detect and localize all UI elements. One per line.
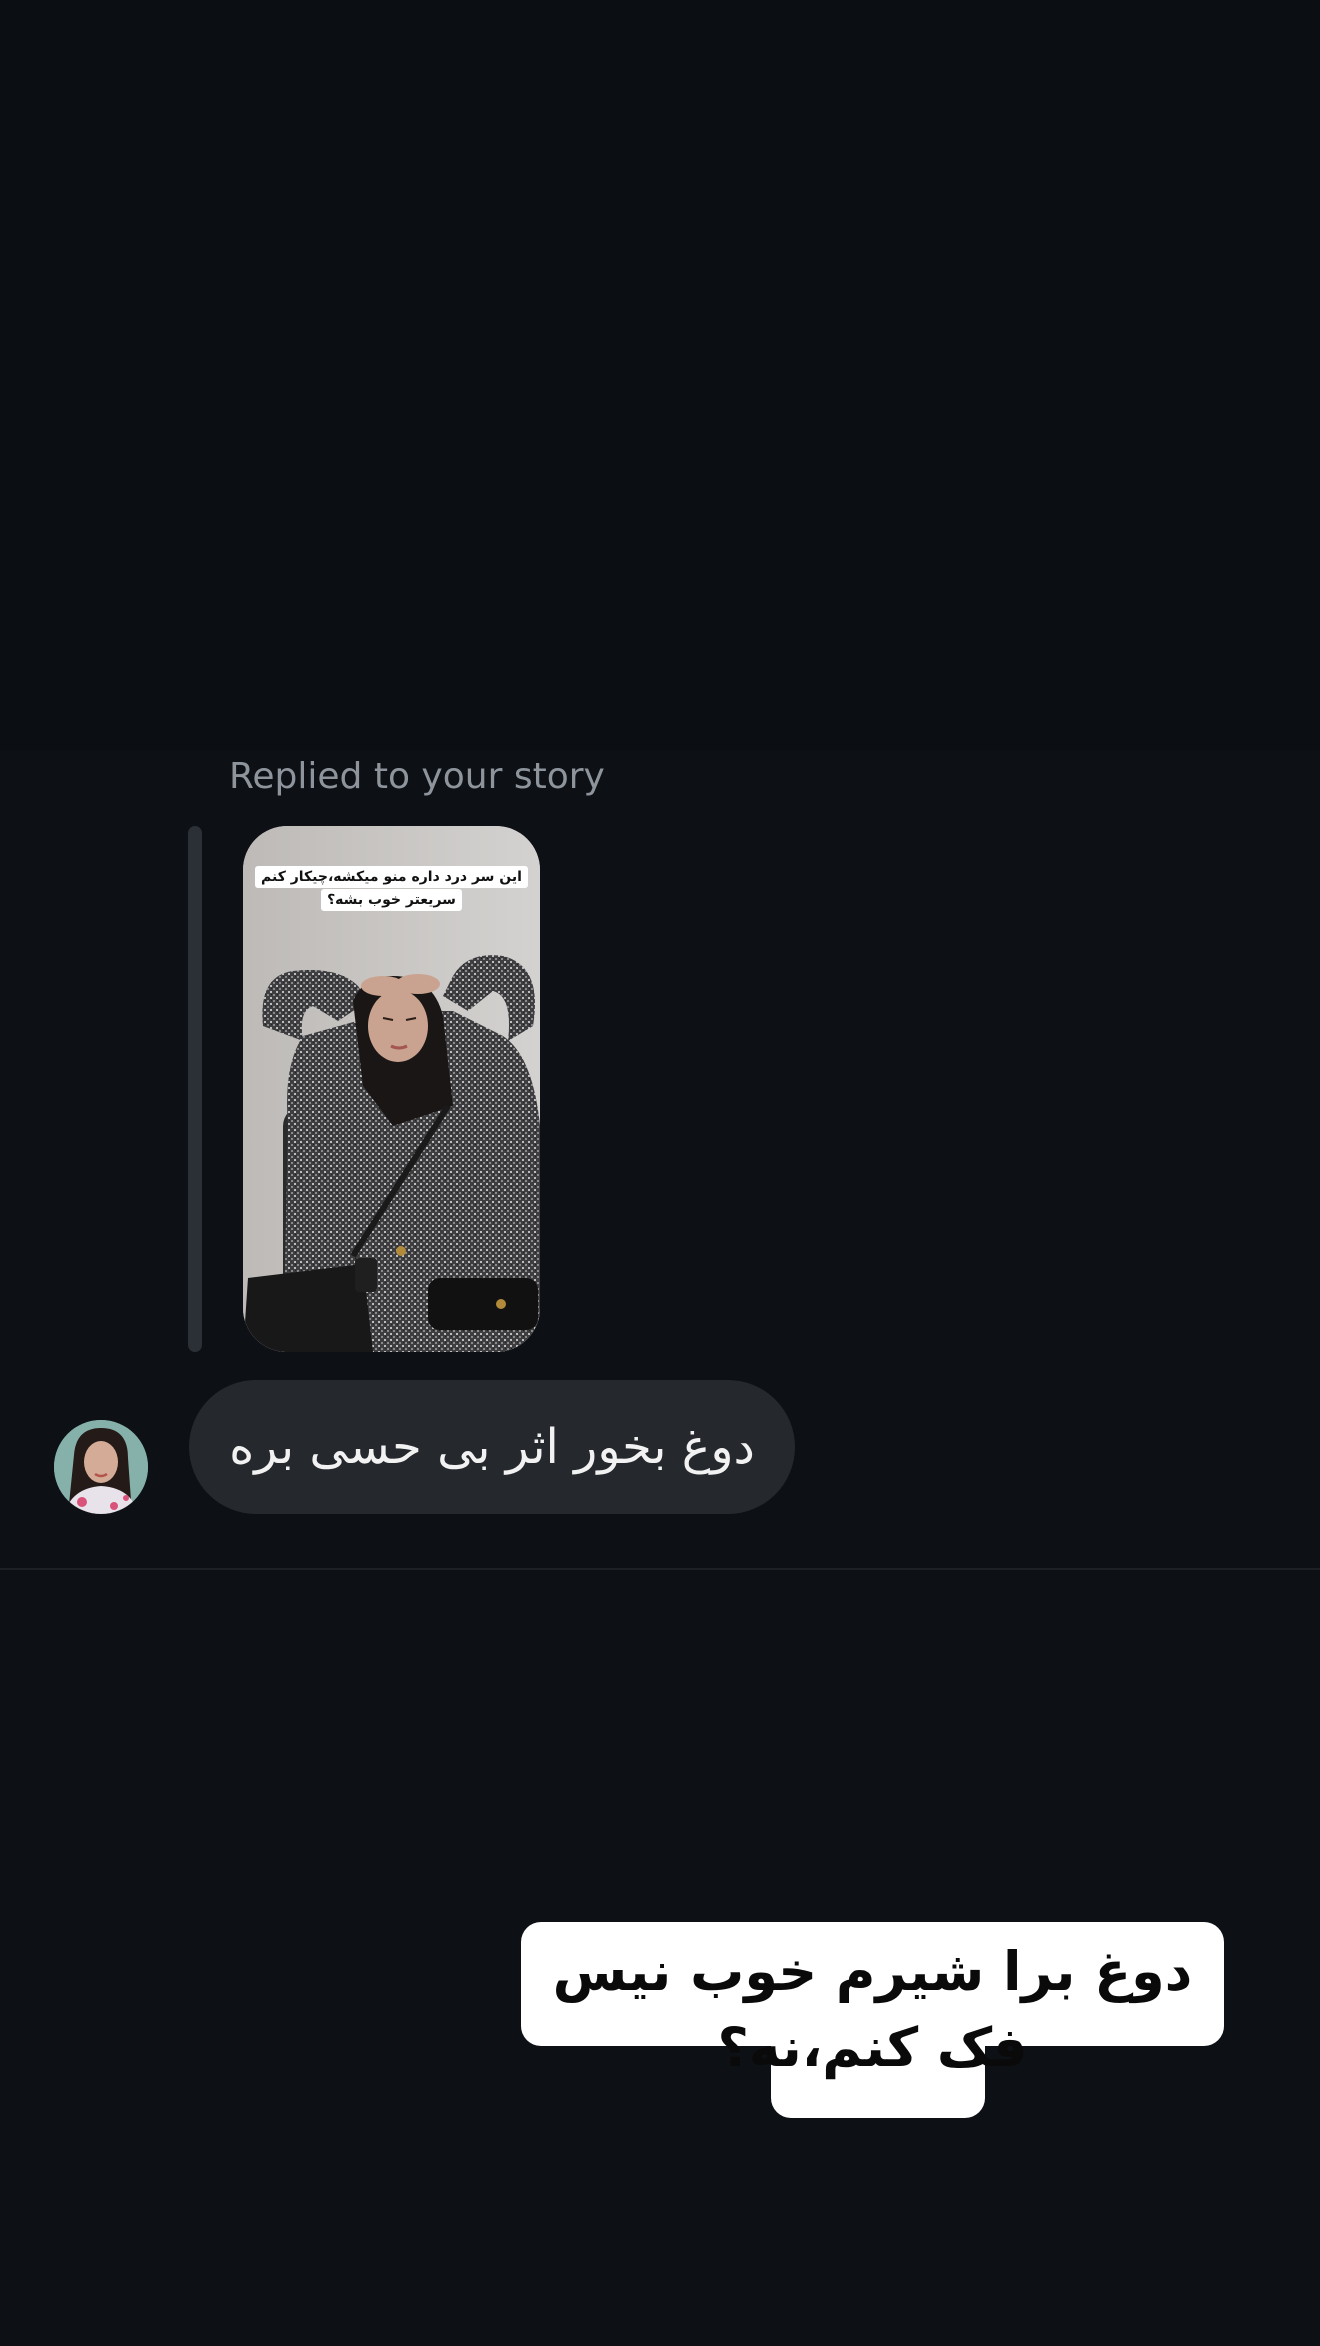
reply-context-label: Replied to your story (229, 756, 605, 797)
text-sticker[interactable]: دوغ برا شیرم خوب نیس فک کنم،نه؟ (521, 1934, 1224, 2086)
story-caption-line-1: این سر درد داره منو میکشه،چیکار کنم (255, 866, 528, 888)
reply-quote-bar (188, 826, 202, 1352)
message-text: دوغ بخور اثر بی حسی بره (229, 1419, 755, 1475)
story-preview-thumbnail[interactable]: این سر درد داره منو میکشه،چیکار کنم سریع… (243, 826, 540, 1352)
divider (0, 1568, 1320, 1570)
avatar-photo-icon (54, 1420, 148, 1514)
message-bubble[interactable]: دوغ بخور اثر بی حسی بره (189, 1380, 795, 1514)
story-caption-line-2: سریعتر خوب بشه؟ (321, 889, 462, 911)
story-caption: این سر درد داره منو میکشه،چیکار کنم سریع… (243, 866, 540, 912)
avatar[interactable] (54, 1420, 148, 1514)
empty-chat-area (0, 0, 1320, 750)
